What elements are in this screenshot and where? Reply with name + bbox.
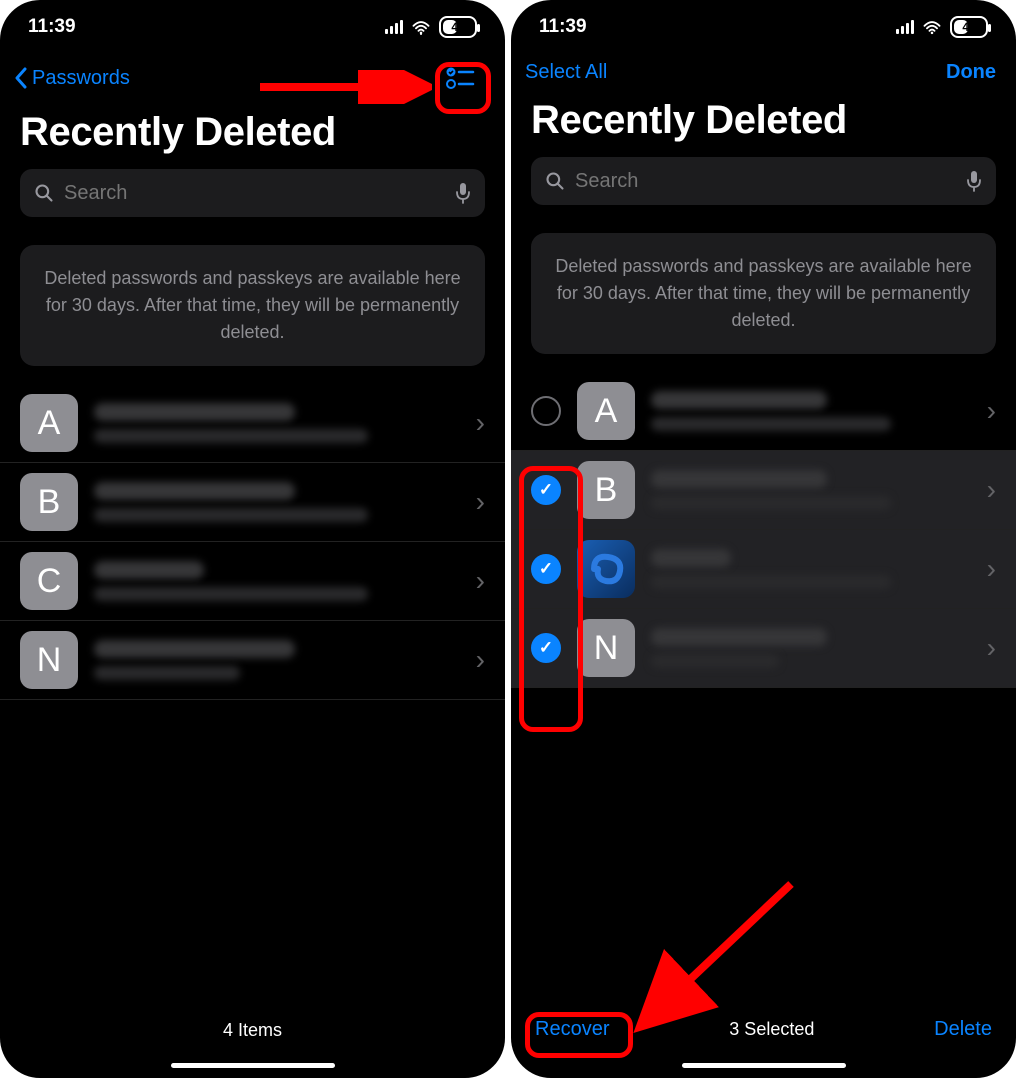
battery-icon: 43 — [950, 16, 988, 38]
wifi-icon — [922, 20, 942, 34]
search-icon — [545, 171, 565, 191]
screenshot-right: 11:39 43 Select All Done Recently Delete… — [511, 0, 1016, 1078]
list-item[interactable]: B › — [0, 463, 505, 542]
list-item[interactable]: N › — [511, 609, 1016, 688]
item-avatar: C — [20, 552, 78, 610]
selection-checkbox[interactable] — [531, 633, 561, 663]
nav-bar: Select All Done — [511, 48, 1016, 92]
item-text — [651, 549, 971, 589]
chevron-right-icon: › — [476, 644, 485, 676]
selection-checkbox[interactable] — [531, 475, 561, 505]
list-item[interactable]: B › — [511, 451, 1016, 530]
wifi-icon — [411, 20, 431, 34]
chevron-right-icon: › — [987, 553, 996, 585]
status-time: 11:39 — [28, 16, 76, 38]
item-text — [94, 561, 460, 601]
list-item[interactable]: N › — [0, 621, 505, 700]
item-avatar: B — [20, 473, 78, 531]
item-avatar — [577, 540, 635, 598]
chevron-right-icon: › — [987, 474, 996, 506]
list-item[interactable]: C › — [0, 542, 505, 621]
chevron-right-icon: › — [476, 407, 485, 439]
nav-bar: Passwords — [0, 48, 505, 104]
password-list: A › B › › N › — [511, 372, 1016, 998]
home-indicator[interactable] — [171, 1063, 335, 1068]
item-avatar: N — [20, 631, 78, 689]
item-text — [651, 391, 971, 431]
cellular-icon — [385, 20, 403, 34]
select-mode-button[interactable] — [437, 56, 483, 100]
item-avatar: A — [20, 394, 78, 452]
chevron-right-icon: › — [987, 395, 996, 427]
select-all-button[interactable]: Select All — [525, 61, 607, 84]
delete-button[interactable]: Delete — [934, 1018, 992, 1041]
recover-button[interactable]: Recover — [535, 1018, 609, 1041]
search-icon — [34, 183, 54, 203]
toolbar: Recover 3 Selected Delete — [511, 998, 1016, 1053]
chevron-right-icon: › — [987, 632, 996, 664]
search-field[interactable] — [20, 169, 485, 217]
info-notice: Deleted passwords and passkeys are avail… — [20, 245, 485, 366]
status-time: 11:39 — [539, 16, 587, 38]
selection-checkbox[interactable] — [531, 554, 561, 584]
battery-icon: 43 — [439, 16, 477, 38]
page-title: Recently Deleted — [0, 104, 505, 169]
chevron-right-icon: › — [476, 486, 485, 518]
mic-icon[interactable] — [966, 170, 982, 192]
done-button[interactable]: Done — [946, 61, 996, 84]
page-title: Recently Deleted — [511, 92, 1016, 157]
mic-icon[interactable] — [455, 182, 471, 204]
cellular-icon — [896, 20, 914, 34]
item-text — [94, 482, 460, 522]
info-notice: Deleted passwords and passkeys are avail… — [531, 233, 996, 354]
back-label: Passwords — [32, 67, 130, 90]
password-list: A › B › C › N › — [0, 384, 505, 1000]
search-field[interactable] — [531, 157, 996, 205]
list-item[interactable]: A › — [511, 372, 1016, 451]
item-text — [651, 628, 971, 668]
footer-count: 4 Items — [0, 1000, 505, 1053]
item-avatar: A — [577, 382, 635, 440]
item-text — [94, 403, 460, 443]
list-item[interactable]: › — [511, 530, 1016, 609]
chevron-right-icon: › — [476, 565, 485, 597]
back-button[interactable]: Passwords — [14, 67, 130, 90]
selection-checkbox[interactable] — [531, 396, 561, 426]
selection-count: 3 Selected — [729, 1019, 814, 1040]
status-bar: 11:39 43 — [0, 0, 505, 48]
item-avatar: N — [577, 619, 635, 677]
status-bar: 11:39 43 — [511, 0, 1016, 48]
item-avatar: B — [577, 461, 635, 519]
item-text — [651, 470, 971, 510]
screenshot-left: 11:39 43 Passwords Recently Deleted — [0, 0, 505, 1078]
search-input[interactable] — [64, 182, 445, 205]
list-item[interactable]: A › — [0, 384, 505, 463]
search-input[interactable] — [575, 170, 956, 193]
item-text — [94, 640, 460, 680]
home-indicator[interactable] — [682, 1063, 846, 1068]
